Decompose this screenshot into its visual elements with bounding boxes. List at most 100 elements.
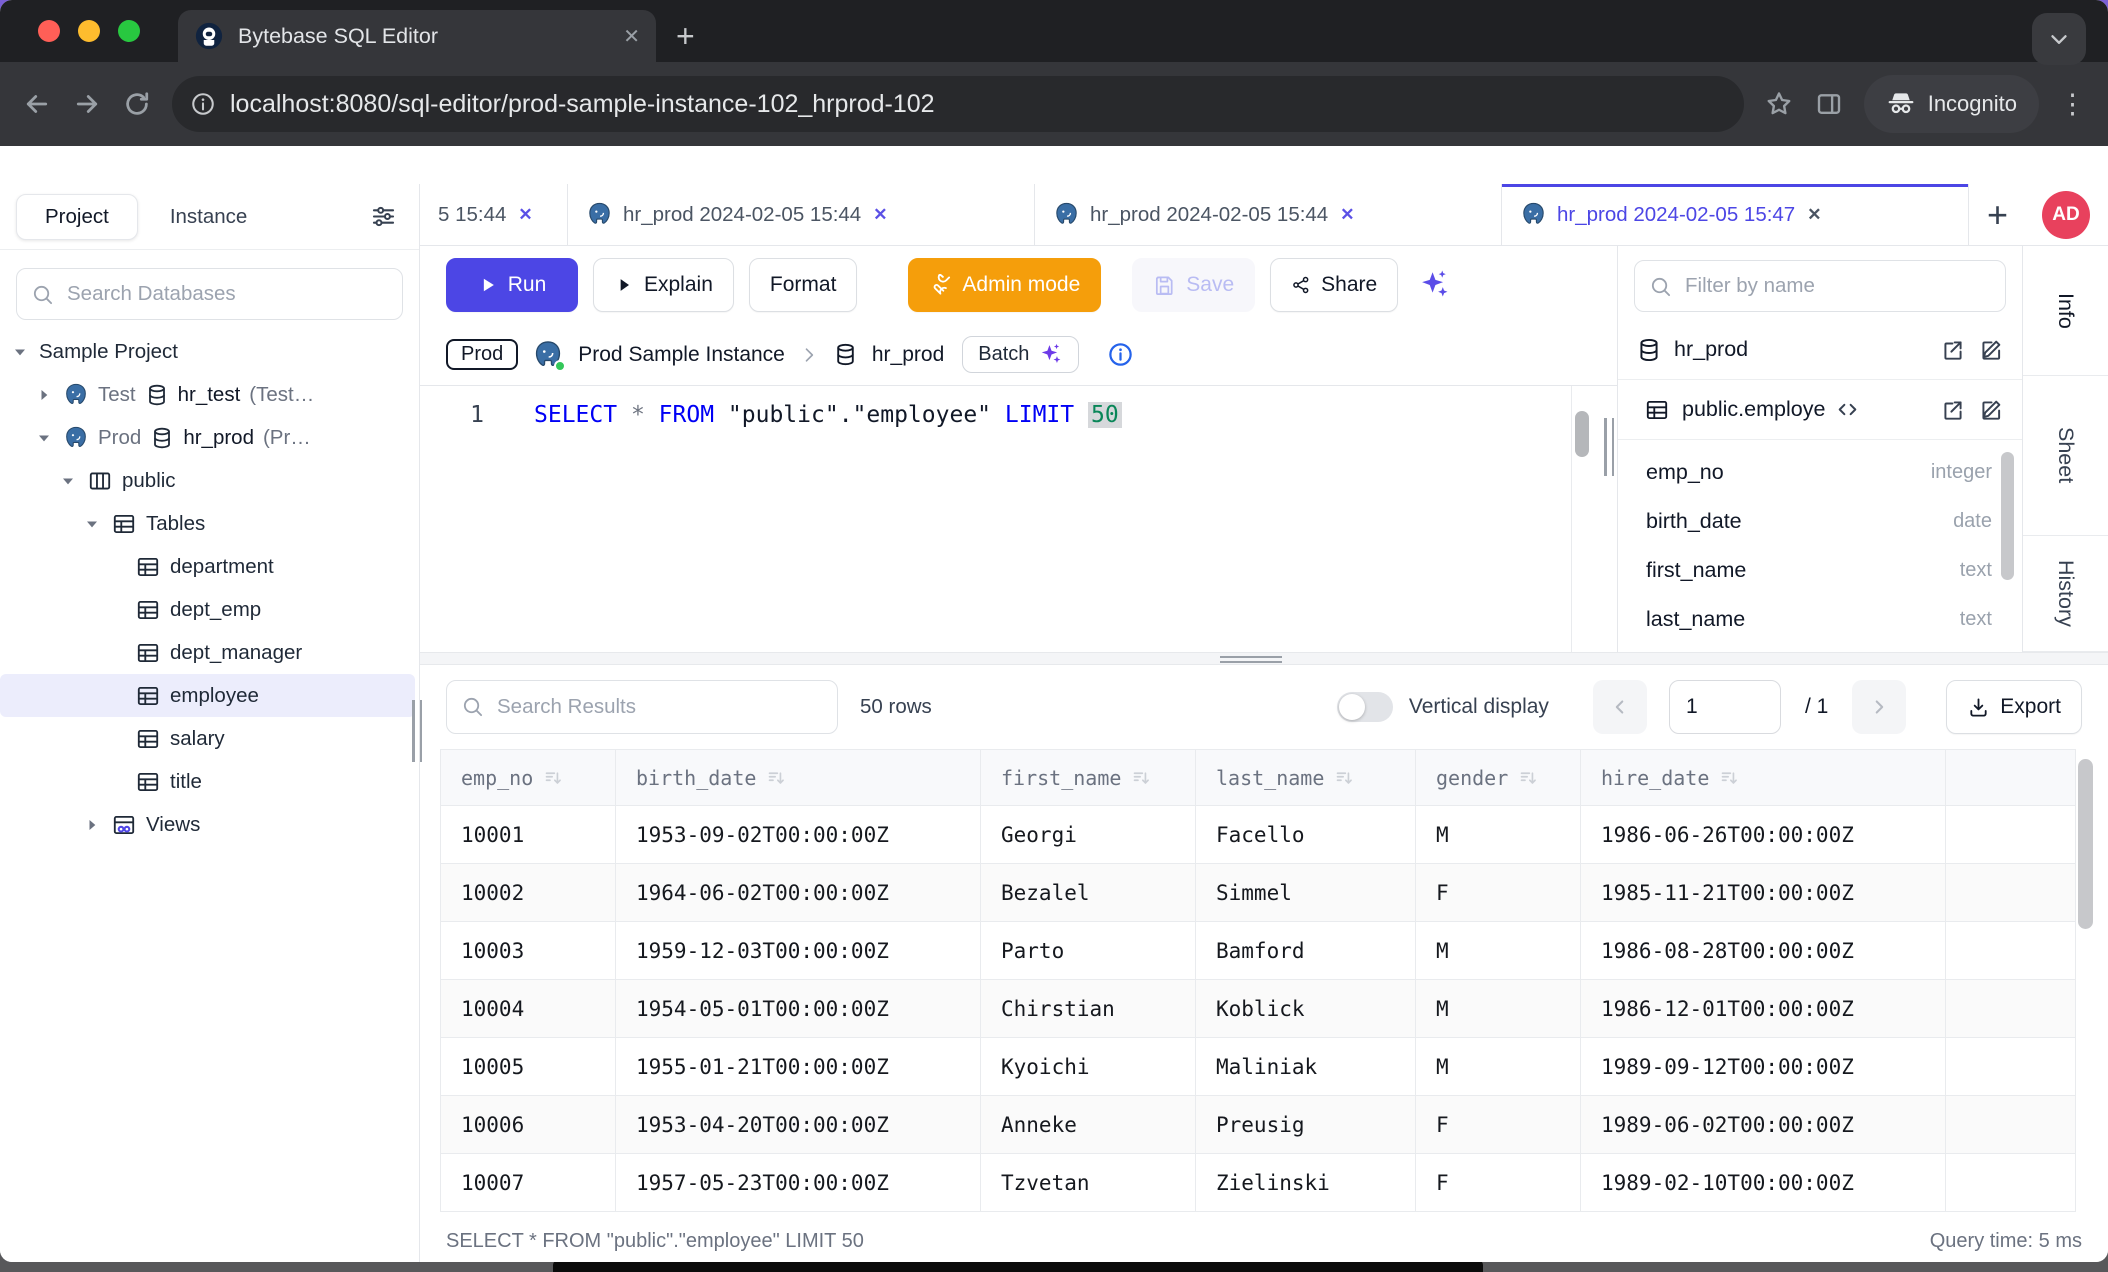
column-header-first_name[interactable]: first_name — [981, 750, 1196, 806]
tab-instance[interactable]: Instance — [144, 205, 274, 229]
bookmark-star-icon[interactable] — [1764, 89, 1794, 119]
table-cell[interactable]: 1989-09-12T00:00:00Z — [1581, 1038, 1946, 1096]
table-row-1[interactable]: 100011953-09-02T00:00:00ZGeorgiFacelloM1… — [441, 806, 2076, 864]
table-row-3[interactable]: 100031959-12-03T00:00:00ZPartoBamfordM19… — [441, 922, 2076, 980]
user-avatar[interactable]: AD — [2042, 191, 2090, 239]
prev-page-button[interactable] — [1593, 680, 1647, 734]
worksheet-tab-4[interactable]: hr_prod 2024-02-05 15:47✕ — [1502, 184, 1969, 245]
address-bar[interactable]: localhost:8080/sql-editor/prod-sample-in… — [172, 76, 1744, 132]
table-cell[interactable]: M — [1416, 980, 1581, 1038]
close-worksheet-icon[interactable]: ✕ — [873, 205, 887, 225]
tree-item-Tables[interactable]: Tables — [0, 502, 415, 545]
browser-menu-icon[interactable]: ⋮ — [2059, 89, 2086, 120]
batch-mode-button[interactable]: Batch — [962, 336, 1079, 373]
worksheet-tab-3[interactable]: hr_prod 2024-02-05 15:44✕ — [1035, 184, 1502, 245]
forward-icon[interactable] — [72, 89, 102, 119]
table-cell[interactable]: Kyoichi — [981, 1038, 1196, 1096]
database-name[interactable]: hr_prod — [872, 343, 944, 367]
panel-resize-handle[interactable] — [1604, 418, 1614, 476]
external-link-icon[interactable] — [1940, 397, 1966, 423]
site-info-icon[interactable] — [190, 91, 216, 117]
caret-down-icon[interactable] — [34, 428, 54, 448]
table-cell[interactable]: 10006 — [441, 1096, 616, 1154]
tree-item-dept_emp[interactable]: dept_emp — [0, 588, 415, 631]
admin-mode-button[interactable]: Admin mode — [908, 258, 1101, 312]
close-worksheet-icon[interactable]: ✕ — [1340, 205, 1354, 225]
results-scrollbar[interactable] — [2078, 759, 2093, 929]
page-number-input[interactable] — [1669, 680, 1781, 734]
save-button[interactable]: Save — [1132, 258, 1255, 312]
column-row-first_name[interactable]: first_nametext — [1646, 546, 1992, 595]
table-cell[interactable]: 10007 — [441, 1154, 616, 1212]
column-row-birth_date[interactable]: birth_datedate — [1646, 497, 1992, 546]
browser-tab[interactable]: Bytebase SQL Editor ✕ — [178, 10, 656, 62]
table-cell[interactable]: 1986-08-28T00:00:00Z — [1581, 922, 1946, 980]
column-row-last_name[interactable]: last_nametext — [1646, 595, 1992, 644]
worksheet-tab-1[interactable]: 5 15:44✕ — [420, 184, 568, 245]
edit-icon[interactable] — [1978, 337, 2004, 363]
table-cell[interactable]: 1989-06-02T00:00:00Z — [1581, 1096, 1946, 1154]
caret-right-icon[interactable] — [34, 385, 54, 405]
format-button[interactable]: Format — [749, 258, 858, 312]
new-worksheet-button[interactable]: + — [1987, 197, 2008, 233]
table-cell[interactable]: Bezalel — [981, 864, 1196, 922]
tree-item-hr_prod[interactable]: Prodhr_prod (Pr… — [0, 416, 415, 459]
next-page-button[interactable] — [1852, 680, 1906, 734]
worksheet-tab-2[interactable]: hr_prod 2024-02-05 15:44✕ — [568, 184, 1035, 245]
side-panel-icon[interactable] — [1814, 89, 1844, 119]
table-cell[interactable]: Anneke — [981, 1096, 1196, 1154]
caret-right-icon[interactable] — [82, 815, 102, 835]
new-tab-button[interactable]: + — [676, 18, 695, 54]
tree-item-dept_manager[interactable]: dept_manager — [0, 631, 415, 674]
table-cell[interactable]: Tzvetan — [981, 1154, 1196, 1212]
results-table[interactable]: emp_nobirth_datefirst_namelast_namegende… — [440, 749, 2076, 1212]
table-cell[interactable]: 1957-05-23T00:00:00Z — [616, 1154, 981, 1212]
export-button[interactable]: Export — [1946, 680, 2082, 734]
column-header-birth_date[interactable]: birth_date — [616, 750, 981, 806]
table-cell[interactable]: Zielinski — [1196, 1154, 1416, 1212]
divider-drag-handle[interactable] — [1220, 656, 1282, 666]
table-cell[interactable]: 10003 — [441, 922, 616, 980]
table-cell[interactable]: M — [1416, 922, 1581, 980]
tree-item-title[interactable]: title — [0, 760, 415, 803]
table-cell[interactable]: Maliniak — [1196, 1038, 1416, 1096]
column-row-emp_no[interactable]: emp_nointeger — [1646, 448, 1992, 497]
table-cell[interactable]: Parto — [981, 922, 1196, 980]
table-cell[interactable]: 10005 — [441, 1038, 616, 1096]
table-cell[interactable]: Facello — [1196, 806, 1416, 864]
side-tab-sheet[interactable]: Sheet — [2023, 376, 2108, 536]
close-window-button[interactable] — [38, 20, 60, 42]
column-header-hire_date[interactable]: hire_date — [1581, 750, 1946, 806]
tree-item-department[interactable]: department — [0, 545, 415, 588]
table-cell[interactable]: 1955-01-21T00:00:00Z — [616, 1038, 981, 1096]
table-cell[interactable]: F — [1416, 1096, 1581, 1154]
table-cell[interactable]: 1959-12-03T00:00:00Z — [616, 922, 981, 980]
table-cell[interactable]: F — [1416, 1154, 1581, 1212]
table-cell[interactable]: 1989-02-10T00:00:00Z — [1581, 1154, 1946, 1212]
table-row-2[interactable]: 100021964-06-02T00:00:00ZBezalelSimmelF1… — [441, 864, 2076, 922]
table-row-5[interactable]: 100051955-01-21T00:00:00ZKyoichiMaliniak… — [441, 1038, 2076, 1096]
table-cell[interactable]: 1953-09-02T00:00:00Z — [616, 806, 981, 864]
table-cell[interactable]: 1964-06-02T00:00:00Z — [616, 864, 981, 922]
table-cell[interactable]: Preusig — [1196, 1096, 1416, 1154]
tree-item-public[interactable]: public — [0, 459, 415, 502]
reload-icon[interactable] — [122, 89, 152, 119]
table-cell[interactable]: Bamford — [1196, 922, 1416, 980]
instance-name[interactable]: Prod Sample Instance — [578, 343, 785, 367]
side-tab-info[interactable]: Info — [2023, 246, 2108, 376]
run-button[interactable]: Run — [446, 258, 578, 312]
table-cell[interactable]: 10004 — [441, 980, 616, 1038]
code-icon[interactable] — [1835, 397, 1860, 422]
table-row-6[interactable]: 100061953-04-20T00:00:00ZAnnekePreusigF1… — [441, 1096, 2076, 1154]
maximize-window-button[interactable] — [118, 20, 140, 42]
close-worksheet-icon[interactable]: ✕ — [1807, 205, 1821, 225]
ai-sparkles-icon[interactable] — [1417, 268, 1451, 302]
sidebar-resize-handle[interactable] — [412, 700, 422, 762]
tree-item-hr_test[interactable]: Testhr_test (Test… — [0, 373, 415, 416]
filter-by-name-input[interactable] — [1634, 260, 2006, 312]
table-cell[interactable]: Chirstian — [981, 980, 1196, 1038]
editor-scrollbar[interactable] — [1575, 411, 1589, 457]
schema-table-row[interactable]: public.employe — [1618, 380, 2022, 440]
caret-down-icon[interactable] — [82, 514, 102, 534]
back-icon[interactable] — [22, 89, 52, 119]
